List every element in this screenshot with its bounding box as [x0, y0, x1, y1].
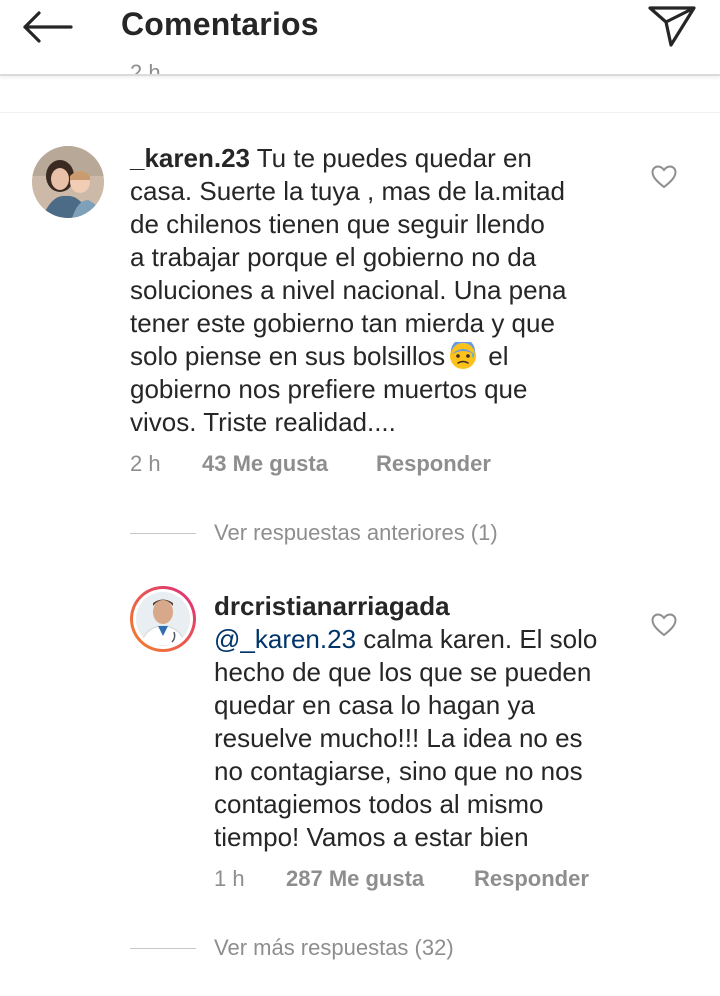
reply-button[interactable]: Responder — [376, 451, 491, 477]
comment-text-line: resuelve mucho!!! La idea no es — [214, 723, 583, 753]
mention-link[interactable]: @_karen.23 — [214, 624, 356, 654]
reply-button[interactable]: Responder — [474, 866, 589, 892]
comment-text-line: a trabajar porque el gobierno no da — [130, 242, 537, 272]
comment-text-line: soluciones a nivel nacional. Una pena — [130, 275, 567, 305]
view-previous-replies[interactable]: Ver respuestas anteriores (1) — [130, 520, 498, 546]
profile-photo — [136, 592, 190, 646]
comment-text-line: vivos. Triste realidad.... — [130, 407, 396, 437]
comment-text-line: el — [481, 341, 509, 371]
likes-count[interactable]: 287 Me gusta — [286, 866, 474, 892]
comment-text-line: quedar en casa lo hagan ya — [214, 690, 535, 720]
profile-photo — [32, 146, 104, 218]
heart-icon — [651, 165, 677, 189]
view-more-replies[interactable]: Ver más respuestas (32) — [130, 935, 454, 961]
comment-meta: 1 h 287 Me gusta Responder — [214, 866, 589, 892]
comment-body: _karen.23 Tu te puedes quedar en casa. S… — [130, 142, 610, 439]
comment-text-line: tiempo! Vamos a estar bien — [214, 822, 529, 852]
share-button[interactable] — [644, 0, 700, 50]
like-button[interactable] — [649, 163, 679, 191]
like-button[interactable] — [649, 611, 679, 639]
comment-text-line: Tu te puedes quedar en — [249, 143, 532, 173]
comment-username[interactable]: _karen.23 — [130, 143, 250, 173]
comment-text-line: calma karen. El solo — [356, 624, 598, 654]
comment-text-line: casa. Suerte la tuya , mas de la.mitad — [130, 176, 565, 206]
likes-count[interactable]: 43 Me gusta — [202, 451, 376, 477]
heart-icon — [651, 613, 677, 637]
view-replies-label: Ver respuestas anteriores (1) — [214, 520, 498, 545]
arrow-left-icon — [23, 11, 73, 43]
divider-line — [130, 947, 196, 949]
comment-time: 1 h — [214, 866, 245, 891]
avatar-story-ring[interactable] — [130, 586, 196, 652]
comment-text-line: hecho de que los que se pueden — [214, 657, 592, 687]
top-bar: Comentarios 2 h — [0, 0, 720, 76]
paper-plane-icon — [648, 6, 696, 47]
comment-time: 2 h — [130, 451, 161, 476]
previous-comment-time: 2 h — [130, 60, 161, 76]
page-title: Comentarios — [121, 6, 319, 42]
comment-username[interactable]: drcristianarriagada — [214, 590, 634, 623]
view-more-label: Ver más respuestas (32) — [214, 935, 454, 960]
comment-meta: 2 h 43 Me gusta Responder — [130, 451, 491, 477]
comment-text-line: gobierno nos prefiere muertos que — [130, 374, 528, 404]
comment-text-line: tener este gobierno tan mierda y que — [130, 308, 555, 338]
back-button[interactable] — [18, 4, 76, 50]
divider — [0, 112, 720, 113]
comment-text-line: no contagiarse, sino que no nos — [214, 756, 583, 786]
divider-line — [130, 532, 196, 534]
comment-body: drcristianarriagada @_karen.23 calma kar… — [214, 590, 634, 854]
comment-text-line: contagiemos todos al mismo — [214, 789, 544, 819]
comment-text-line: de chilenos tienen que seguir llendo — [130, 209, 545, 239]
anxious-face-with-sweat-icon — [450, 342, 477, 369]
avatar[interactable] — [32, 146, 104, 218]
comment-text-line: solo piense en sus bolsillos — [130, 341, 446, 371]
